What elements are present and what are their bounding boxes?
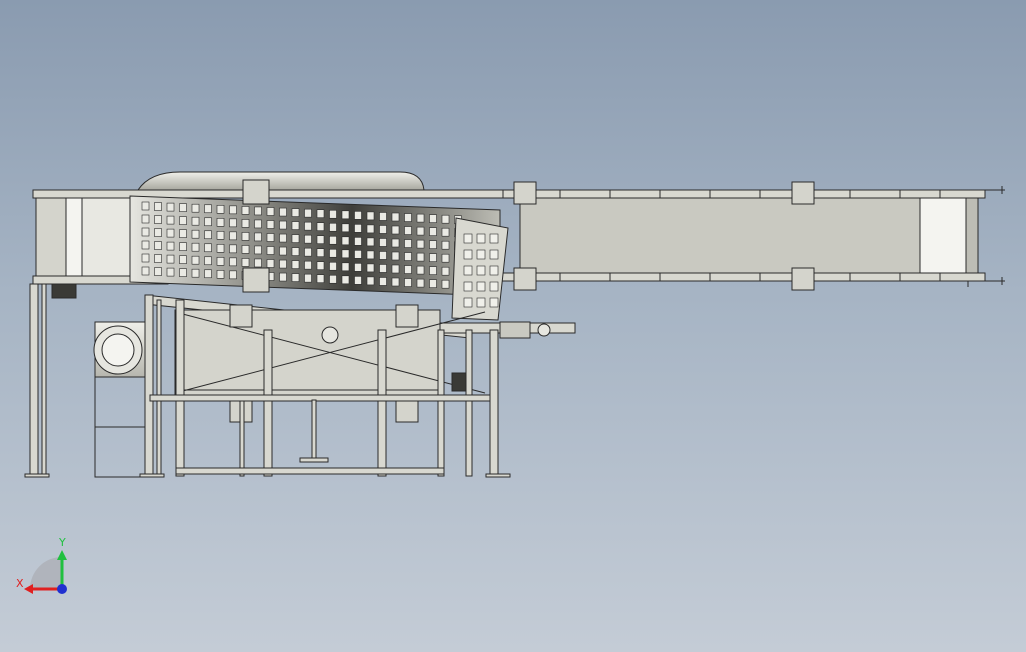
coordinate-triad: X Y	[16, 536, 67, 594]
x-axis-label: X	[16, 577, 24, 590]
y-axis-label: Y	[58, 536, 66, 549]
cad-viewport[interactable]: X Y	[0, 0, 1026, 652]
triad-origin-quadrant-icon	[30, 557, 62, 589]
z-axis-dot-icon	[57, 584, 67, 594]
